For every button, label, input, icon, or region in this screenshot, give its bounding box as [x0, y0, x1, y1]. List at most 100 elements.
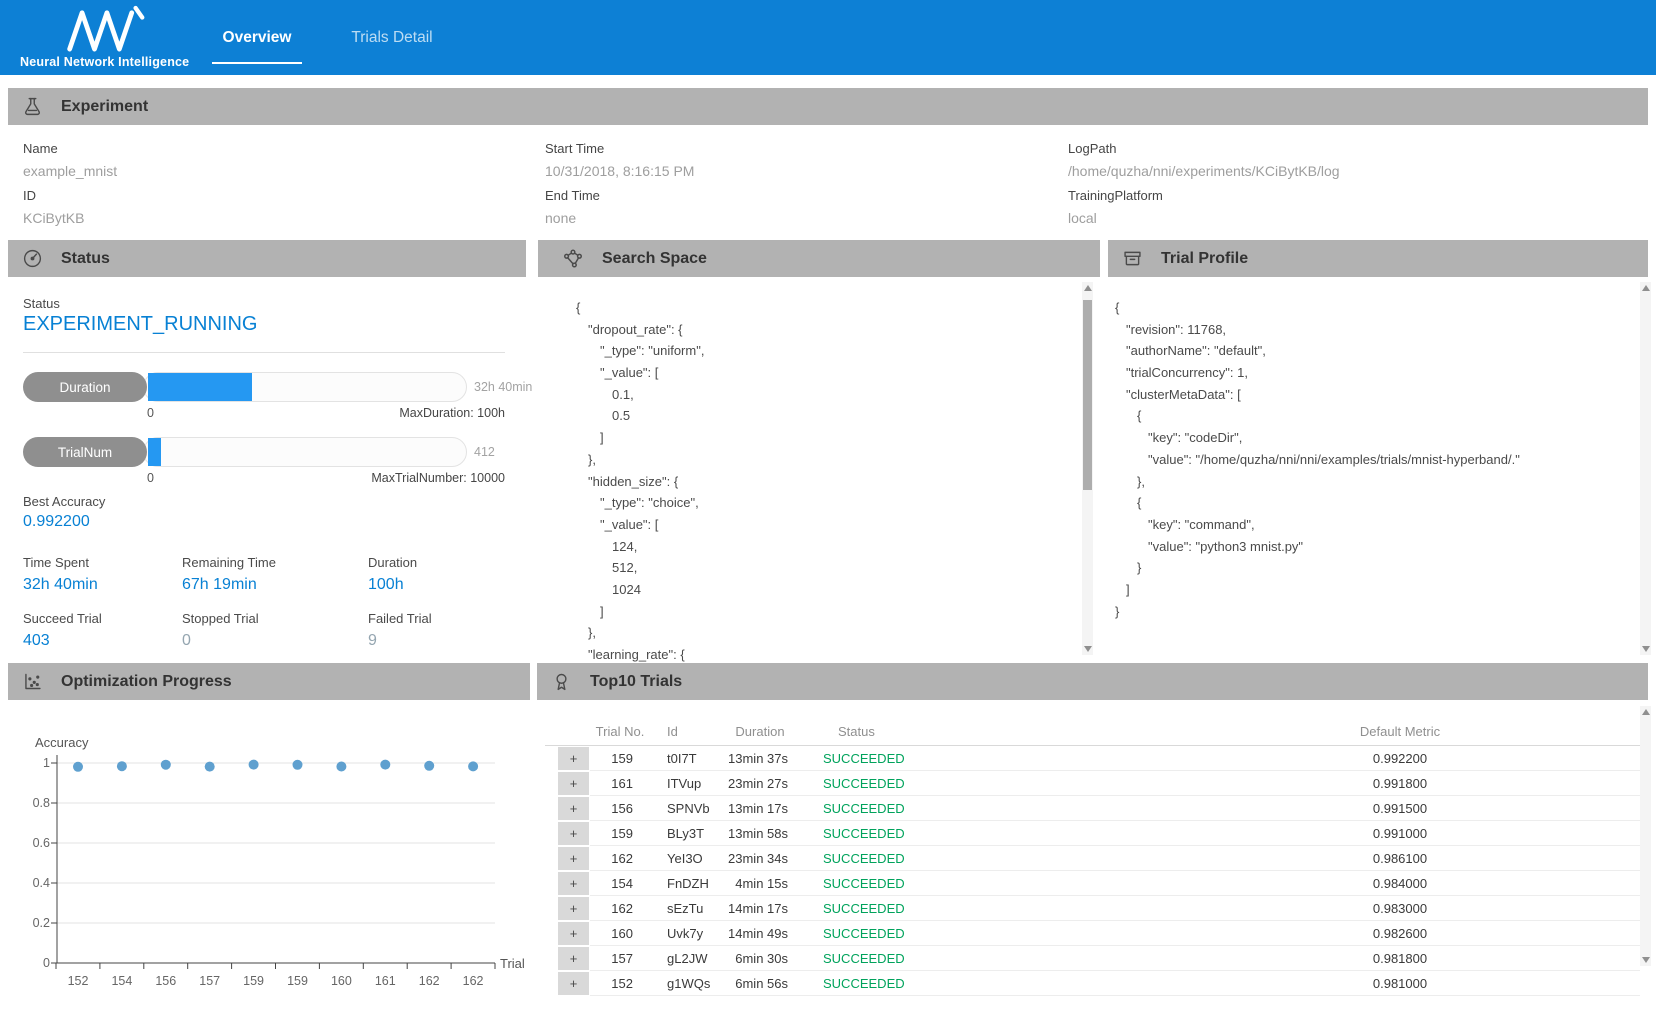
- tab-overview[interactable]: Overview: [212, 0, 302, 75]
- stat-duration: Duration100h: [368, 555, 518, 594]
- cell-status: SUCCEEDED: [800, 801, 1160, 816]
- trialnum-progress-bar: TrialNum: [23, 437, 467, 467]
- stat-label: Time Spent: [23, 555, 173, 570]
- expand-row-button[interactable]: +: [558, 922, 589, 945]
- json-line: "_type": "choice",: [576, 492, 1026, 514]
- json-line: ]: [1115, 579, 1625, 601]
- cell-trial-id: ITVup: [650, 776, 720, 791]
- expand-row-button[interactable]: +: [558, 872, 589, 895]
- json-line: }: [1115, 557, 1625, 579]
- cell-trial-no: 154: [590, 876, 650, 891]
- cell-trial-id: SPNVb: [650, 801, 720, 816]
- table-row[interactable]: +152g1WQs6min 56sSUCCEEDED0.981000: [545, 971, 1640, 996]
- scroll-up-arrow-icon[interactable]: [1642, 709, 1650, 715]
- scatter-point: [336, 762, 346, 772]
- stat-value: 9: [368, 632, 518, 650]
- scrollbar-thumb[interactable]: [1083, 300, 1092, 490]
- field-label-logpath: LogPath: [1068, 141, 1116, 156]
- header-default-metric: Default Metric: [1160, 724, 1640, 739]
- expand-row-button[interactable]: +: [558, 747, 589, 770]
- cell-default-metric: 0.982600: [1160, 926, 1640, 941]
- json-line: "value": "/home/quzha/nni/nni/examples/t…: [1115, 449, 1625, 471]
- duration-max: MaxDuration: 100h: [399, 406, 505, 420]
- cell-duration: 6min 56s: [720, 976, 800, 991]
- stat-value: 32h 40min: [23, 576, 173, 594]
- top10-title: Top10 Trials: [590, 673, 682, 691]
- table-row[interactable]: +161ITVup23min 27sSUCCEEDED0.991800: [545, 771, 1640, 796]
- stat-label: Duration: [368, 555, 518, 570]
- experiment-section-header: Experiment: [8, 88, 1648, 125]
- table-row[interactable]: +160Uvk7y14min 49sSUCCEEDED0.982600: [545, 921, 1640, 946]
- table-row[interactable]: +159BLy3T13min 58sSUCCEEDED0.991000: [545, 821, 1640, 846]
- scatter-point: [161, 760, 171, 770]
- scroll-up-arrow-icon[interactable]: [1084, 285, 1092, 291]
- json-line: {: [1115, 492, 1625, 514]
- scroll-up-arrow-icon[interactable]: [1642, 285, 1650, 291]
- cell-status: SUCCEEDED: [800, 851, 1160, 866]
- field-value-id: KCiBytKB: [23, 210, 84, 226]
- stat-label: Failed Trial: [368, 611, 518, 626]
- chart-ylabel: Accuracy: [35, 735, 89, 750]
- scatter-point: [73, 762, 83, 772]
- stat-time-spent: Time Spent 32h 40min: [23, 555, 173, 594]
- cell-default-metric: 0.991500: [1160, 801, 1640, 816]
- table-row[interactable]: +154FnDZH4min 15sSUCCEEDED0.984000: [545, 871, 1640, 896]
- trialnum-bar-value: 412: [474, 437, 554, 467]
- cell-status: SUCCEEDED: [800, 751, 1160, 766]
- scroll-down-arrow-icon[interactable]: [1084, 646, 1092, 652]
- experiment-title: Experiment: [61, 98, 148, 116]
- header-id: Id: [650, 724, 720, 739]
- y-tick-label: 0.2: [33, 916, 50, 930]
- flask-icon: [22, 96, 43, 117]
- search-space-scrollbar[interactable]: [1082, 282, 1093, 655]
- trial-profile-section-header: Trial Profile: [1108, 240, 1648, 277]
- cell-trial-id: YeI3O: [650, 851, 720, 866]
- gauge-icon: [22, 248, 43, 269]
- field-label-start-time: Start Time: [545, 141, 604, 156]
- table-row[interactable]: +162YeI3O23min 34sSUCCEEDED0.986100: [545, 846, 1640, 871]
- trials-table-header: Trial No. Id Duration Status Default Met…: [545, 717, 1640, 745]
- x-tick-label: 161: [375, 974, 396, 988]
- scatter-point: [424, 761, 434, 771]
- cell-trial-id: FnDZH: [650, 876, 720, 891]
- expand-row-button[interactable]: +: [558, 947, 589, 970]
- cell-default-metric: 0.992200: [1160, 751, 1640, 766]
- field-value-training-platform: local: [1068, 210, 1097, 226]
- search-space-json[interactable]: {"dropout_rate": {"_type": "uniform","_v…: [576, 297, 1026, 666]
- cell-status: SUCCEEDED: [800, 901, 1160, 916]
- trial-profile-json[interactable]: {"revision": 11768,"authorName": "defaul…: [1115, 297, 1625, 622]
- table-row[interactable]: +159t0I7T13min 37sSUCCEEDED0.992200: [545, 746, 1640, 771]
- expand-row-button[interactable]: +: [558, 772, 589, 795]
- cell-status: SUCCEEDED: [800, 876, 1160, 891]
- expand-row-button[interactable]: +: [558, 897, 589, 920]
- cell-default-metric: 0.991000: [1160, 826, 1640, 841]
- cell-trial-no: 161: [590, 776, 650, 791]
- expand-row-button[interactable]: +: [558, 847, 589, 870]
- cell-trial-no: 162: [590, 851, 650, 866]
- expand-row-button[interactable]: +: [558, 972, 589, 995]
- table-row[interactable]: +162sEzTu14min 17sSUCCEEDED0.983000: [545, 896, 1640, 921]
- tab-trials-detail[interactable]: Trials Detail: [336, 0, 448, 75]
- table-row[interactable]: +156SPNVb13min 17sSUCCEEDED0.991500: [545, 796, 1640, 821]
- status-stats-grid: Time Spent 32h 40min Remaining Time67h 19m…: [23, 555, 513, 665]
- expand-row-button[interactable]: +: [558, 822, 589, 845]
- x-tick-label: 152: [68, 974, 89, 988]
- stat-stopped-trial: Stopped Trial0: [182, 611, 332, 650]
- field-value-name: example_mnist: [23, 163, 117, 179]
- json-line: 0.5: [576, 405, 1026, 427]
- top10-scrollbar[interactable]: [1640, 706, 1651, 966]
- stat-remaining-time: Remaining Time67h 19min: [182, 555, 332, 594]
- json-line: ]: [576, 601, 1026, 623]
- expand-row-button[interactable]: +: [558, 797, 589, 820]
- nni-logo-icon: [62, 5, 148, 53]
- cell-trial-id: gL2JW: [650, 951, 720, 966]
- scroll-down-arrow-icon[interactable]: [1642, 646, 1650, 652]
- scatter-chart-icon: [22, 671, 43, 692]
- trial-profile-scrollbar[interactable]: [1640, 282, 1651, 655]
- scroll-down-arrow-icon[interactable]: [1642, 957, 1650, 963]
- stat-failed-trial: Failed Trial 9: [368, 611, 518, 650]
- table-row[interactable]: +157gL2JW6min 30sSUCCEEDED0.981800: [545, 946, 1640, 971]
- scatter-point: [205, 762, 215, 772]
- cell-trial-no: 156: [590, 801, 650, 816]
- cell-trial-no: 162: [590, 901, 650, 916]
